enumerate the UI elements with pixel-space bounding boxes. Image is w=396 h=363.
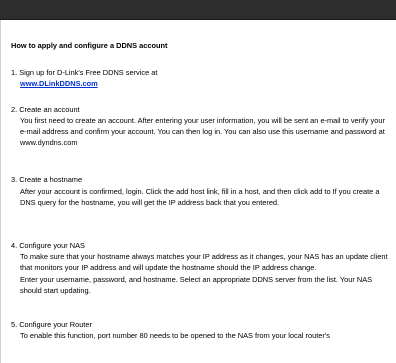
step-5-body: To enable this function, port number 80 …	[20, 331, 330, 341]
step-1-heading: 1. Sign up for D-Link's Free DDNS servic…	[11, 68, 158, 78]
step-4: 4. Configure your NAS To make sure that …	[11, 240, 389, 296]
help-content: How to apply and configure a DDNS accoun…	[11, 40, 389, 341]
dlinkddns-link[interactable]: www.DLinkDDNS.com	[20, 79, 98, 88]
step-3-heading: 3. Create a hostname	[11, 175, 83, 185]
step-4-heading: 4. Configure your NAS	[11, 241, 85, 251]
page-title: How to apply and configure a DDNS accoun…	[11, 41, 168, 50]
step-3-body: After your account is confirmed, login. …	[20, 186, 380, 207]
top-bar	[0, 0, 396, 20]
step-2-heading: 2. Create an account	[11, 104, 80, 114]
step-1: 1. Sign up for D-Link's Free DDNS servic…	[11, 67, 389, 89]
step-4-body: To make sure that your hostname always m…	[20, 252, 388, 273]
step-5-heading: 5. Configure your Router	[11, 320, 92, 330]
step-2-body: You first need to create an account. Aft…	[20, 115, 385, 148]
step-2: 2. Create an account You first need to c…	[11, 104, 389, 149]
step-4-body-2: Enter your username, password, and hostn…	[20, 274, 373, 295]
help-panel: How to apply and configure a DDNS accoun…	[0, 20, 396, 363]
step-5: 5. Configure your Router To enable this …	[11, 319, 389, 341]
step-3: 3. Create a hostname After your account …	[11, 174, 389, 208]
